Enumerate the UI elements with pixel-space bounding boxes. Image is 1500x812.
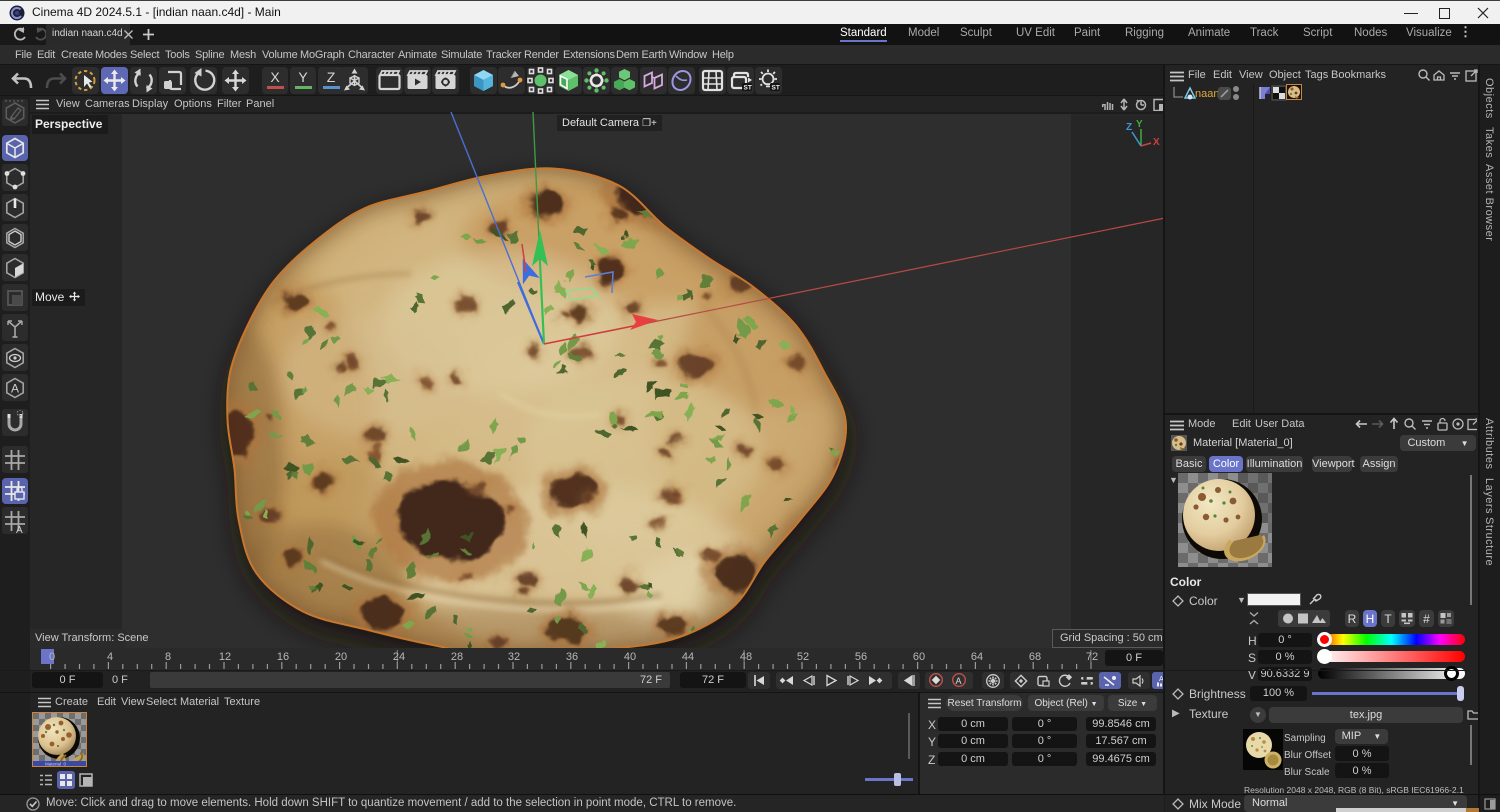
svg-text:A: A bbox=[956, 676, 962, 686]
svg-text:Material_0: Material_0 bbox=[45, 762, 67, 767]
svg-text:A: A bbox=[11, 382, 19, 396]
svg-text:Z: Z bbox=[1126, 122, 1132, 133]
svg-text:A: A bbox=[16, 525, 23, 534]
svg-text:ST: ST bbox=[772, 85, 780, 92]
svg-text:Y: Y bbox=[1136, 119, 1143, 130]
svg-text:X: X bbox=[1153, 137, 1160, 148]
svg-text:ST: ST bbox=[744, 85, 752, 92]
